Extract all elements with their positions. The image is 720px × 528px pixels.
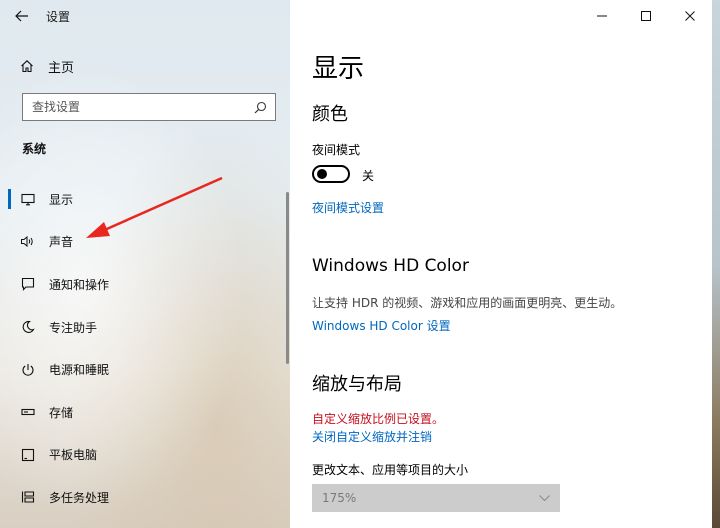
turn-off-custom-scaling-link[interactable]: 关闭自定义缩放并注销 — [312, 428, 432, 445]
color-heading: 颜色 — [312, 104, 348, 125]
caption-buttons — [580, 0, 712, 32]
scale-label: 更改文本、应用等项目的大小 — [312, 463, 469, 477]
custom-scale-warning: 自定义缩放比例已设置。 — [312, 412, 445, 426]
maximize-icon — [641, 11, 651, 21]
notification-icon — [20, 276, 36, 292]
close-button[interactable] — [668, 0, 712, 32]
scale-dropdown-value: 175% — [322, 491, 357, 505]
sidebar-item-label: 存储 — [49, 405, 74, 420]
back-button[interactable] — [0, 0, 44, 32]
back-arrow-icon — [15, 10, 28, 22]
sidebar-scrollbar[interactable] — [286, 192, 289, 364]
night-light-label: 夜间模式 — [312, 143, 361, 157]
home-label: 主页 — [48, 60, 75, 76]
moon-icon — [20, 319, 36, 335]
sidebar-item-label: 多任务处理 — [49, 490, 110, 505]
toggle-knob — [317, 169, 327, 179]
hd-color-description: 让支持 HDR 的视频、游戏和应用的画面更明亮、更生动。 — [312, 296, 623, 310]
window-title: 设置 — [46, 9, 71, 24]
sidebar-item-tablet[interactable]: 平板电脑 — [0, 434, 290, 477]
night-light-state: 关 — [362, 169, 375, 183]
maximize-button[interactable] — [624, 0, 668, 32]
scale-dropdown[interactable]: 175% — [312, 484, 560, 512]
sidebar: 设置 主页 系统 显示 — [0, 0, 290, 528]
settings-window: 设置 主页 系统 显示 — [0, 0, 712, 528]
night-light-settings-link[interactable]: 夜间模式设置 — [312, 199, 384, 216]
section-label-system: 系统 — [22, 142, 47, 156]
scale-layout-heading: 缩放与布局 — [312, 374, 402, 395]
sidebar-item-label: 声音 — [49, 235, 74, 250]
home-icon — [21, 60, 33, 73]
minimize-icon — [597, 15, 607, 17]
monitor-icon — [20, 191, 36, 207]
power-icon — [20, 362, 36, 378]
sidebar-item-label: 通知和操作 — [49, 277, 110, 292]
speaker-icon — [20, 234, 36, 250]
night-light-toggle[interactable] — [312, 165, 350, 183]
sidebar-item-label: 平板电脑 — [49, 448, 98, 463]
sidebar-item-label: 电源和睡眠 — [49, 363, 110, 378]
storage-icon — [20, 404, 36, 420]
sidebar-item-label: 显示 — [49, 192, 74, 207]
close-icon — [685, 11, 695, 21]
search-icon — [254, 101, 267, 113]
hd-color-heading: Windows HD Color — [312, 256, 469, 276]
sidebar-item-storage[interactable]: 存储 — [0, 391, 290, 434]
sidebar-item-notifications[interactable]: 通知和操作 — [0, 263, 290, 306]
annotation-arrow — [86, 176, 223, 238]
multitask-icon — [20, 489, 36, 505]
sidebar-item-label: 专注助手 — [49, 320, 98, 335]
page-title: 显示 — [312, 54, 365, 84]
sidebar-item-home[interactable]: 主页 — [0, 48, 290, 84]
minimize-button[interactable] — [580, 0, 624, 32]
tablet-icon — [20, 447, 36, 463]
title-bar: 设置 — [0, 0, 290, 32]
sidebar-item-focus-assist[interactable]: 专注助手 — [0, 306, 290, 349]
hd-color-settings-link[interactable]: Windows HD Color 设置 — [312, 317, 451, 334]
search-box[interactable] — [22, 93, 276, 121]
main-content: 显示 颜色 夜间模式 关 夜间模式设置 Windows HD Color 让支持… — [290, 0, 712, 528]
sidebar-item-power-sleep[interactable]: 电源和睡眠 — [0, 348, 290, 391]
search-input[interactable] — [32, 100, 242, 114]
chevron-down-icon — [539, 494, 550, 501]
sidebar-item-multitasking[interactable]: 多任务处理 — [0, 476, 290, 519]
